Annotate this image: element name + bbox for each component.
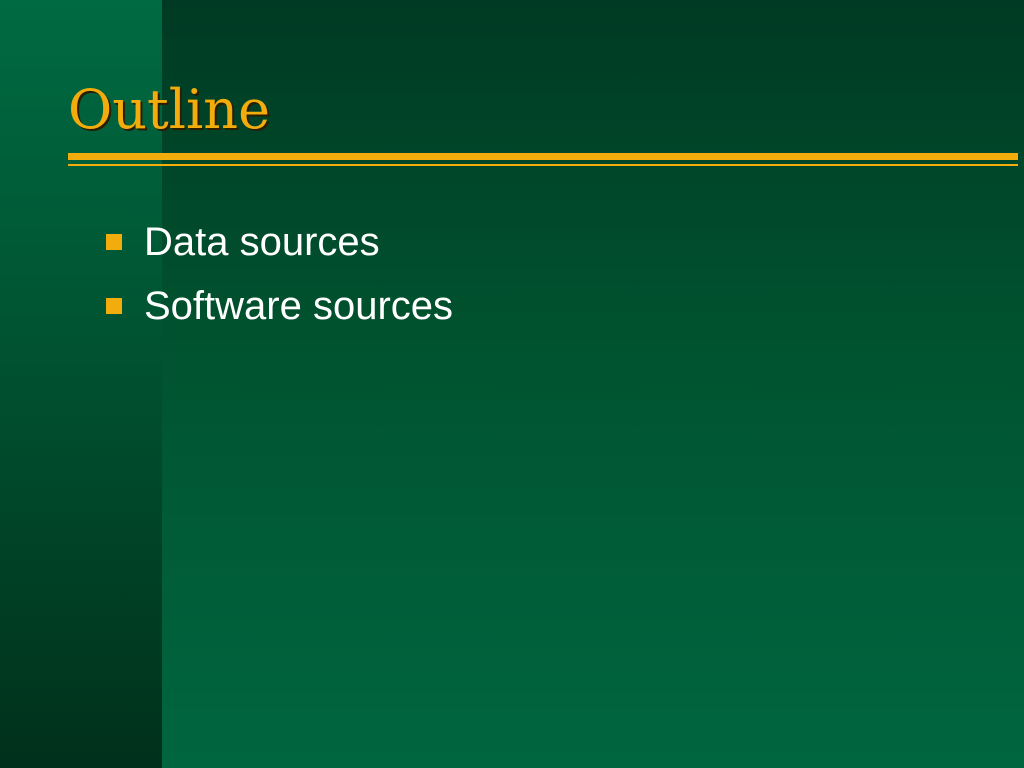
title-rule-thick [68,153,1018,160]
square-bullet-icon [106,234,122,250]
slide-title: Outline [68,78,271,141]
bullet-text: Software sources [144,284,454,328]
square-bullet-icon [106,298,122,314]
slide: Outline Data sources Software sources [0,0,1024,768]
bullet-list: Data sources Software sources [106,210,453,338]
bullet-item-data-sources: Data sources [106,210,453,274]
bullet-text: Data sources [144,220,380,264]
title-rule-thin [68,164,1018,166]
bullet-item-software-sources: Software sources [106,274,453,338]
